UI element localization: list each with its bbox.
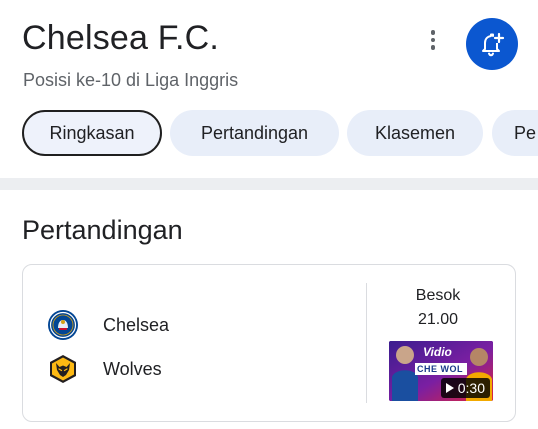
tab-partial[interactable]: Pe xyxy=(492,110,538,156)
wolves-crest-icon xyxy=(47,353,79,385)
video-brand: Vidio xyxy=(423,345,452,359)
team-header: Chelsea F.C. Posisi ke-10 di Liga Inggri… xyxy=(0,0,538,178)
home-team-name: Chelsea xyxy=(103,314,170,335)
play-icon xyxy=(445,383,454,393)
home-team-row: Chelsea xyxy=(47,309,169,341)
more-vert-icon xyxy=(430,30,436,35)
tab-pertandingan[interactable]: Pertandingan xyxy=(170,110,339,156)
away-team-name: Wolves xyxy=(103,358,162,379)
chelsea-crest-icon xyxy=(47,309,79,341)
tab-klasemen[interactable]: Klasemen xyxy=(347,110,483,156)
card-divider xyxy=(366,283,367,403)
match-day: Besok xyxy=(415,287,461,304)
tab-partial-label: Pe xyxy=(514,122,537,143)
bell-plus-icon xyxy=(482,32,505,57)
more-options-button[interactable] xyxy=(418,25,448,55)
video-duration-badge: 0:30 xyxy=(440,378,490,398)
section-title: Pertandingan xyxy=(22,215,183,245)
away-team-row: Wolves xyxy=(47,353,162,385)
video-caption: CHE WOL xyxy=(417,364,463,374)
team-title: Chelsea F.C. xyxy=(22,19,220,57)
highlight-video-thumbnail[interactable]: Vidio CHE WOL 0:30 xyxy=(389,341,493,401)
league-position: Posisi ke-10 di Liga Inggris xyxy=(23,70,239,90)
match-time: 21.00 xyxy=(417,311,459,328)
follow-notifications-button[interactable] xyxy=(466,18,518,70)
tab-ringkasan[interactable]: Ringkasan xyxy=(22,110,162,156)
tab-bar: Ringkasan Pertandingan Klasemen Pe xyxy=(0,110,538,158)
section-divider xyxy=(0,178,538,190)
match-card[interactable]: Chelsea Wolves Besok 21.00 Vidio CHE WOL… xyxy=(22,264,516,422)
video-duration: 0:30 xyxy=(457,380,485,396)
